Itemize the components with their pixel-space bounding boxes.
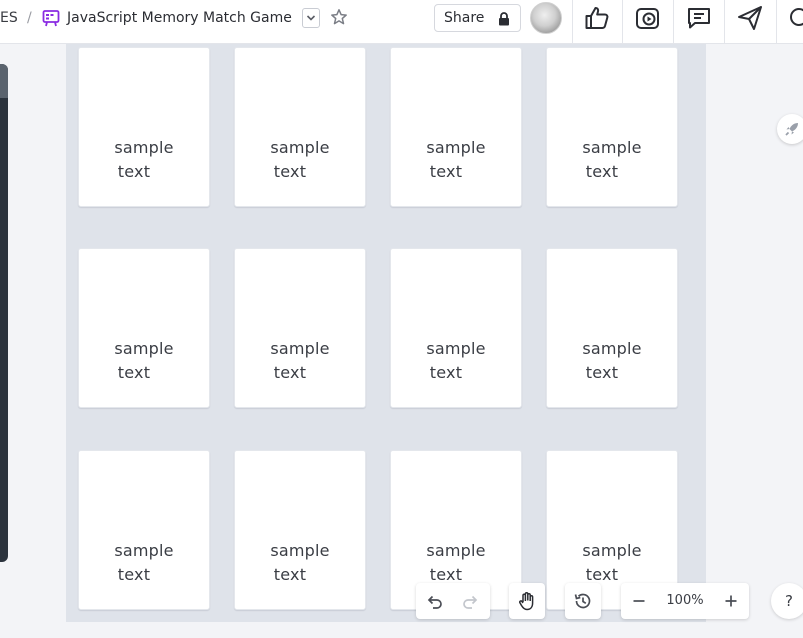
- thumbs-up-icon[interactable]: [584, 5, 610, 31]
- plus-icon: [725, 595, 737, 607]
- card[interactable]: sample text: [390, 47, 522, 207]
- send-icon[interactable]: [737, 5, 763, 31]
- divider: [572, 0, 573, 43]
- card-text: sample text: [270, 541, 330, 584]
- card[interactable]: sample text: [78, 47, 210, 207]
- board-icon: [42, 9, 60, 27]
- share-label: Share: [444, 10, 485, 26]
- zoom-controls: 100%: [621, 583, 749, 619]
- top-bar: ES / JavaScript Memory Match Game Share: [0, 0, 803, 44]
- minus-icon: [633, 600, 645, 602]
- lock-icon: [498, 11, 510, 26]
- share-button[interactable]: Share: [434, 4, 521, 32]
- card-text: sample text: [582, 138, 642, 181]
- card[interactable]: sample text: [546, 47, 678, 207]
- card[interactable]: sample text: [234, 248, 366, 408]
- card[interactable]: sample text: [546, 248, 678, 408]
- rocket-icon: [785, 123, 798, 136]
- card-text: sample text: [426, 541, 486, 584]
- hand-tool-button[interactable]: [509, 583, 545, 619]
- breadcrumb-parent[interactable]: ES: [0, 8, 18, 28]
- present-icon[interactable]: [635, 5, 661, 31]
- left-side-panel[interactable]: [0, 64, 8, 562]
- avatar[interactable]: [530, 2, 562, 34]
- apps-button[interactable]: [777, 114, 803, 144]
- zoom-out-button[interactable]: [621, 583, 657, 619]
- divider: [724, 0, 725, 43]
- hand-icon: [519, 592, 534, 611]
- history-group: [565, 583, 601, 619]
- zoom-in-button[interactable]: [713, 583, 749, 619]
- document-title[interactable]: JavaScript Memory Match Game: [67, 8, 292, 28]
- card-text: sample text: [582, 541, 642, 584]
- zoom-level[interactable]: 100%: [657, 583, 713, 619]
- redo-icon: [463, 595, 478, 609]
- comment-icon[interactable]: [686, 5, 712, 31]
- chevron-down-icon: [306, 15, 316, 21]
- divider: [622, 0, 623, 43]
- card-text: sample text: [114, 339, 174, 382]
- card[interactable]: sample text: [234, 450, 366, 610]
- card[interactable]: sample text: [78, 450, 210, 610]
- star-icon[interactable]: [330, 8, 348, 26]
- divider: [673, 0, 674, 43]
- card-text: sample text: [426, 339, 486, 382]
- card-text: sample text: [114, 138, 174, 181]
- card-text: sample text: [270, 138, 330, 181]
- card-text: sample text: [582, 339, 642, 382]
- divider: [776, 0, 777, 43]
- card-text: sample text: [426, 138, 486, 181]
- card-text: sample text: [114, 541, 174, 584]
- help-button[interactable]: ?: [771, 583, 803, 619]
- undo-icon: [427, 595, 442, 609]
- card[interactable]: sample text: [78, 248, 210, 408]
- card[interactable]: sample text: [390, 248, 522, 408]
- card[interactable]: sample text: [234, 47, 366, 207]
- title-dropdown-button[interactable]: [302, 8, 320, 28]
- left-panel-tab[interactable]: [0, 64, 8, 98]
- hand-tool-group: [509, 583, 545, 619]
- search-icon[interactable]: [789, 7, 803, 29]
- redo-button[interactable]: [453, 583, 489, 619]
- history-icon: [574, 593, 591, 609]
- undo-button[interactable]: [416, 583, 452, 619]
- history-button[interactable]: [565, 583, 601, 619]
- card-text: sample text: [270, 339, 330, 382]
- undo-redo-group: [416, 583, 490, 619]
- breadcrumb-separator: /: [27, 10, 32, 26]
